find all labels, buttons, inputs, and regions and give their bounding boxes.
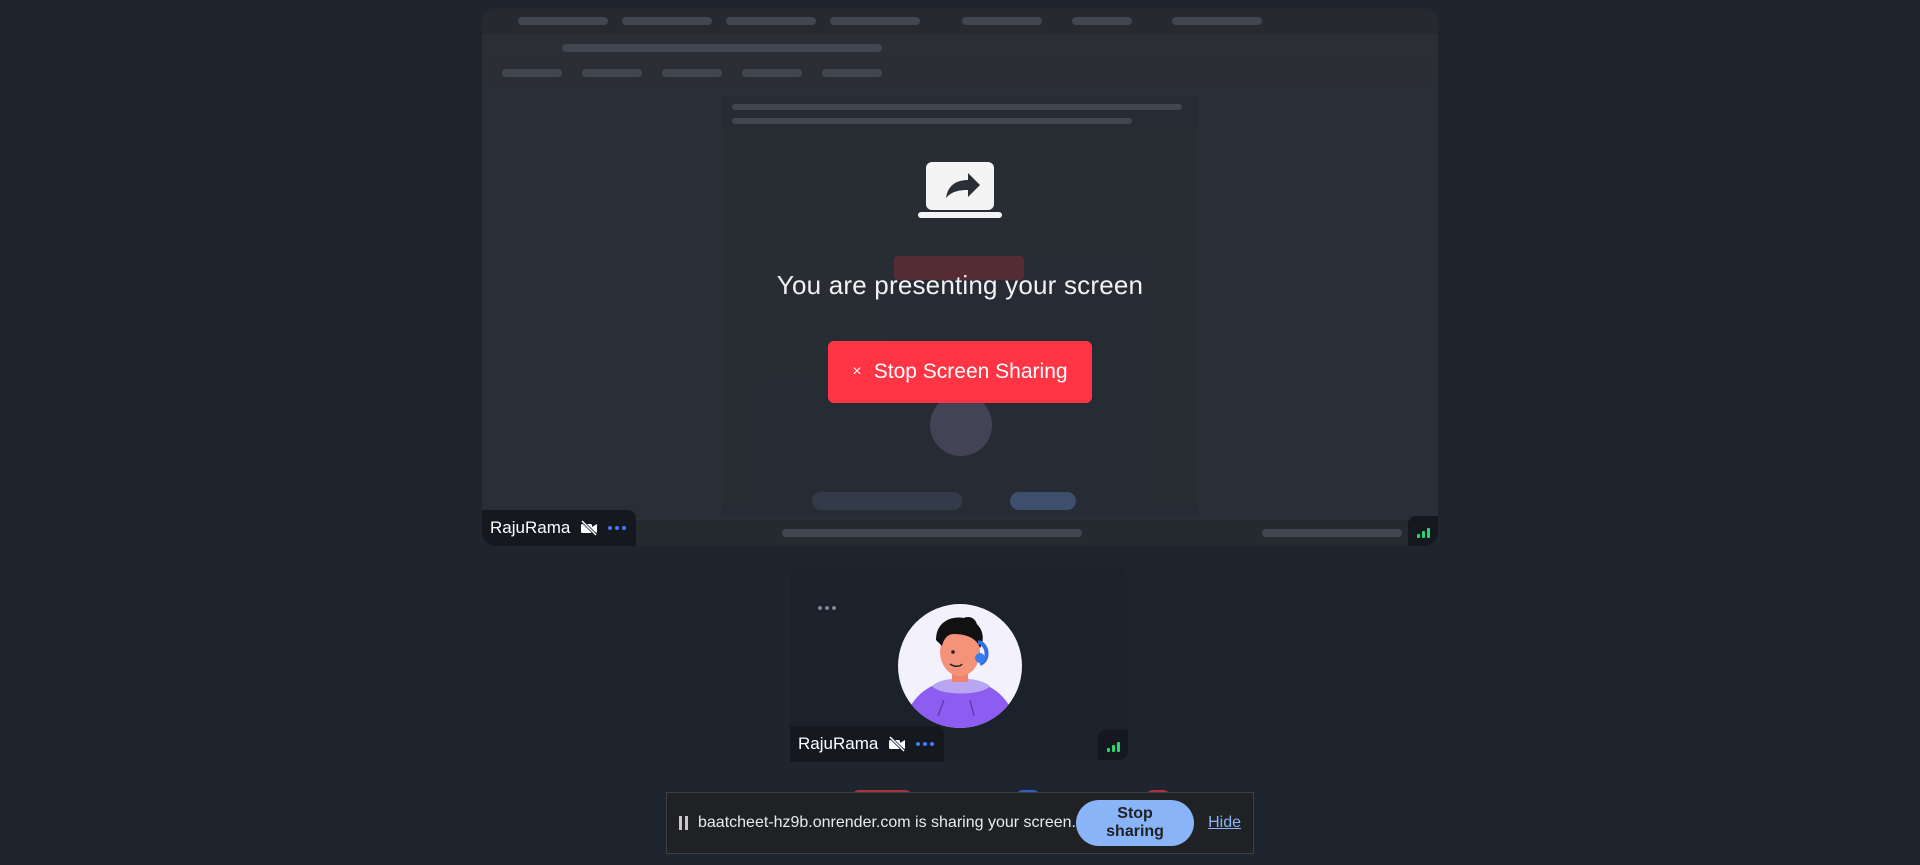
mirrored-address-bar: [482, 34, 1438, 62]
stop-sharing-button[interactable]: Stop sharing: [1076, 800, 1195, 846]
pause-icon: [679, 816, 688, 830]
presenting-message: You are presenting your screen: [776, 270, 1144, 300]
more-options-icon[interactable]: [916, 742, 935, 746]
hide-link[interactable]: Hide: [1208, 814, 1241, 832]
presenter-name: RajuRama: [490, 518, 571, 537]
presenter-name-tag: RajuRama: [482, 510, 637, 546]
camera-off-icon: [581, 520, 598, 536]
screen-share-tile: You are presenting your screen × Stop Sc…: [482, 8, 1438, 546]
sharing-message: baatcheet-hz9b.onrender.com is sharing y…: [698, 814, 1076, 831]
stop-screen-sharing-label: Stop Screen Sharing: [873, 360, 1068, 383]
mirrored-bookmarks: [482, 62, 1438, 84]
participant-tile: RajuRama: [790, 568, 1128, 762]
avatar-illustration: [906, 617, 1014, 728]
mirrored-tab-bar: [482, 8, 1438, 34]
signal-icon: [1408, 516, 1438, 546]
chrome-sharing-bar: baatcheet-hz9b.onrender.com is sharing y…: [666, 792, 1254, 854]
participant-name-tag: RajuRama: [790, 726, 945, 762]
avatar: [898, 604, 1022, 728]
signal-icon: [1098, 730, 1128, 760]
more-options-icon[interactable]: [608, 526, 627, 530]
camera-off-icon: [889, 736, 906, 752]
participant-menu-icon[interactable]: [818, 606, 836, 610]
close-icon: ×: [852, 363, 862, 380]
stop-screen-sharing-button[interactable]: × Stop Screen Sharing: [828, 341, 1092, 403]
present-screen-icon: [918, 162, 1002, 218]
participant-name: RajuRama: [798, 734, 879, 753]
mirrored-avatar: [930, 394, 992, 456]
